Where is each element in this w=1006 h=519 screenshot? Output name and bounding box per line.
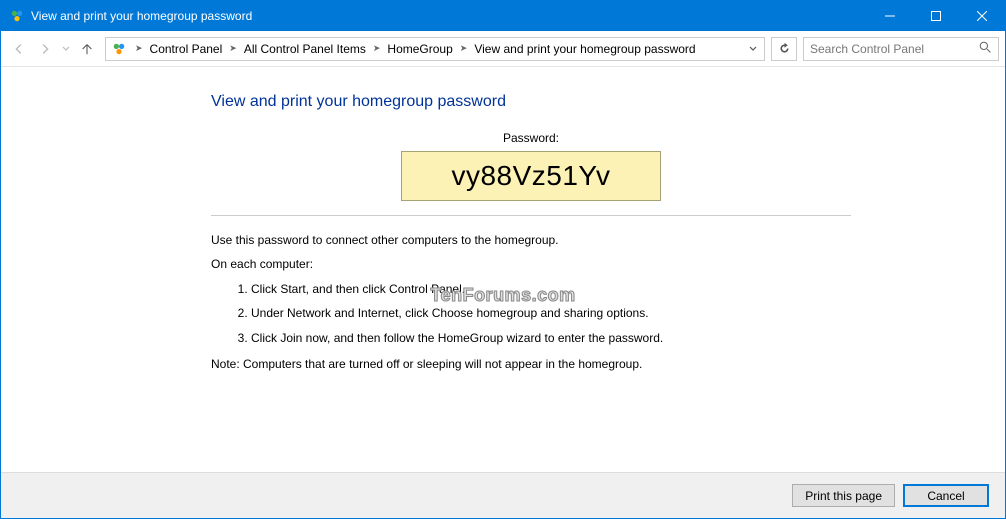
search-input[interactable]: Search Control Panel [803,37,999,61]
forward-button[interactable] [33,37,57,61]
breadcrumb-item[interactable]: View and print your homegroup password [470,38,699,60]
window-controls [867,1,1005,31]
cancel-button[interactable]: Cancel [903,484,989,507]
chevron-right-icon: ➤ [457,43,471,54]
chevron-right-icon: ➤ [132,43,146,54]
chevron-right-icon: ➤ [226,43,240,54]
refresh-button[interactable] [771,37,797,61]
minimize-button[interactable] [867,1,913,31]
search-icon [979,41,992,57]
breadcrumb-item[interactable]: Control Panel [146,38,227,60]
location-icon [110,42,128,56]
breadcrumb[interactable]: ➤ Control Panel ➤ All Control Panel Item… [105,37,765,61]
note-text: Note: Computers that are turned off or s… [211,354,851,374]
step-item: Under Network and Internet, click Choose… [251,303,851,323]
maximize-button[interactable] [913,1,959,31]
up-button[interactable] [75,37,99,61]
content-area: View and print your homegroup password P… [1,67,1005,472]
app-icon [9,8,25,24]
window-titlebar: View and print your homegroup password [1,1,1005,31]
step-item: Click Join now, and then follow the Home… [251,328,851,348]
breadcrumb-item[interactable]: All Control Panel Items [240,38,370,60]
search-placeholder: Search Control Panel [810,42,979,56]
recent-dropdown[interactable] [59,37,73,61]
intro-text: Use this password to connect other compu… [211,230,851,250]
close-button[interactable] [959,1,1005,31]
breadcrumb-dropdown[interactable] [744,38,762,60]
footer: Print this page Cancel [1,472,1005,518]
password-display: vy88Vz51Yv [401,151,661,201]
step-item: Click Start, and then click Control Pane… [251,279,851,299]
back-button[interactable] [7,37,31,61]
window-title: View and print your homegroup password [31,9,867,23]
breadcrumb-item[interactable]: HomeGroup [383,38,456,60]
password-label: Password: [211,131,851,145]
navigation-bar: ➤ Control Panel ➤ All Control Panel Item… [1,31,1005,67]
chevron-right-icon: ➤ [370,43,384,54]
on-each-text: On each computer: [211,254,851,274]
page-heading: View and print your homegroup password [211,93,851,111]
print-button[interactable]: Print this page [792,484,895,507]
instructions: Use this password to connect other compu… [211,230,851,374]
divider [211,215,851,216]
